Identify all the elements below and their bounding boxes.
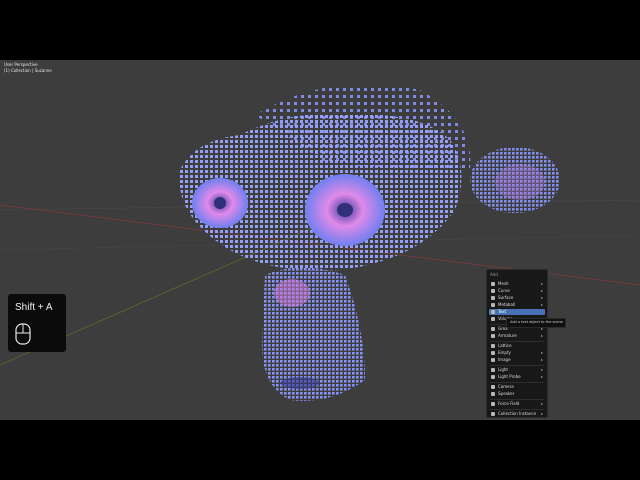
add-menu-item-label: Metaball bbox=[498, 302, 516, 307]
add-menu-item-force-field[interactable]: Force Field ▸ bbox=[489, 401, 545, 407]
mesh-icon bbox=[491, 282, 495, 286]
add-menu-item-label: Collection Instance bbox=[498, 411, 537, 416]
add-menu-popup: Add Mesh▸Curve▸Surface▸Metaball▸TextVolu… bbox=[486, 269, 548, 418]
add-menu-item-armature[interactable]: Armature ▸ bbox=[489, 333, 545, 339]
collection-instance-icon bbox=[491, 412, 495, 416]
add-menu-item-label: Lattice bbox=[498, 343, 512, 348]
lattice-icon bbox=[491, 344, 495, 348]
light-icon bbox=[491, 368, 495, 372]
metaball-icon bbox=[491, 303, 495, 307]
surface-icon bbox=[491, 296, 495, 300]
add-menu-item-label: Text bbox=[498, 309, 507, 314]
add-menu-item-collection-instance[interactable]: Collection Instance ▸ bbox=[489, 411, 545, 417]
add-menu-item-label: Empty bbox=[498, 350, 511, 355]
image-icon bbox=[491, 358, 495, 362]
camera-icon bbox=[491, 385, 495, 389]
add-menu-item-light-probe[interactable]: Light Probe ▸ bbox=[489, 374, 545, 380]
submenu-arrow-icon: ▸ bbox=[540, 288, 543, 293]
grea-icon bbox=[491, 327, 495, 331]
submenu-arrow-icon: ▸ bbox=[540, 333, 543, 338]
tooltip-text: Add a text object to the scene bbox=[510, 320, 563, 324]
add-menu-item-label: Armature bbox=[498, 333, 517, 338]
volume-icon bbox=[491, 317, 495, 321]
add-menu-item-surface[interactable]: Surface ▸ bbox=[489, 295, 545, 301]
submenu-arrow-icon: ▸ bbox=[540, 302, 543, 307]
menu-separator bbox=[490, 382, 544, 383]
add-menu-item-empty[interactable]: Empty ▸ bbox=[489, 350, 545, 356]
add-menu-item-text[interactable]: Text bbox=[489, 309, 545, 315]
submenu-arrow-icon: ▸ bbox=[540, 281, 543, 286]
letterbox-top bbox=[0, 0, 640, 60]
empty-icon bbox=[491, 351, 495, 355]
light-probe-icon bbox=[491, 375, 495, 379]
add-menu-item-image[interactable]: Image ▸ bbox=[489, 357, 545, 363]
submenu-arrow-icon: ▸ bbox=[540, 401, 543, 406]
add-menu-item-label: Light Probe bbox=[498, 374, 521, 379]
text-icon bbox=[491, 310, 495, 314]
speaker-icon bbox=[491, 392, 495, 396]
keyboard-shortcut-hint: Shift + A bbox=[8, 294, 66, 352]
menu-tooltip: Add a text object to the scene bbox=[506, 318, 566, 328]
add-menu-item-label: Force Field bbox=[498, 401, 520, 406]
add-menu-title: Add bbox=[490, 272, 498, 277]
add-menu-item-label: Light bbox=[498, 367, 508, 372]
submenu-arrow-icon: ▸ bbox=[540, 295, 543, 300]
add-menu-item-lattice[interactable]: Lattice bbox=[489, 343, 545, 349]
3d-viewport[interactable]: User Perspective (1) Collection | Suzann… bbox=[0, 60, 640, 420]
submenu-arrow-icon: ▸ bbox=[540, 357, 543, 362]
add-menu-item-light[interactable]: Light ▸ bbox=[489, 367, 545, 373]
add-menu-item-metaball[interactable]: Metaball ▸ bbox=[489, 302, 545, 308]
letterbox-bottom bbox=[0, 420, 640, 480]
menu-separator bbox=[490, 399, 544, 400]
add-menu-item-label: Curve bbox=[498, 288, 510, 293]
armature-icon bbox=[491, 334, 495, 338]
submenu-arrow-icon: ▸ bbox=[540, 411, 543, 416]
add-menu-item-label: Camera bbox=[498, 384, 514, 389]
mouse-icon bbox=[15, 323, 31, 345]
submenu-arrow-icon: ▸ bbox=[540, 350, 543, 355]
menu-separator bbox=[490, 365, 544, 366]
submenu-arrow-icon: ▸ bbox=[540, 367, 543, 372]
add-menu-item-label: Image bbox=[498, 357, 511, 362]
add-menu-item-mesh[interactable]: Mesh ▸ bbox=[489, 281, 545, 287]
add-menu-item-camera[interactable]: Camera bbox=[489, 384, 545, 390]
menu-separator bbox=[490, 409, 544, 410]
shortcut-keys-label: Shift + A bbox=[15, 302, 53, 313]
add-menu-item-label: Mesh bbox=[498, 281, 509, 286]
add-menu-item-curve[interactable]: Curve ▸ bbox=[489, 288, 545, 294]
add-menu-item-label: Speaker bbox=[498, 391, 515, 396]
collection-info-label: (1) Collection | Suzanne bbox=[4, 68, 52, 73]
menu-separator bbox=[490, 341, 544, 342]
force-field-icon bbox=[491, 402, 495, 406]
view-name-label: User Perspective bbox=[4, 62, 38, 67]
add-menu-item-speaker[interactable]: Speaker bbox=[489, 391, 545, 397]
submenu-arrow-icon: ▸ bbox=[540, 374, 543, 379]
curve-icon bbox=[491, 289, 495, 293]
add-menu-item-label: Surface bbox=[498, 295, 514, 300]
